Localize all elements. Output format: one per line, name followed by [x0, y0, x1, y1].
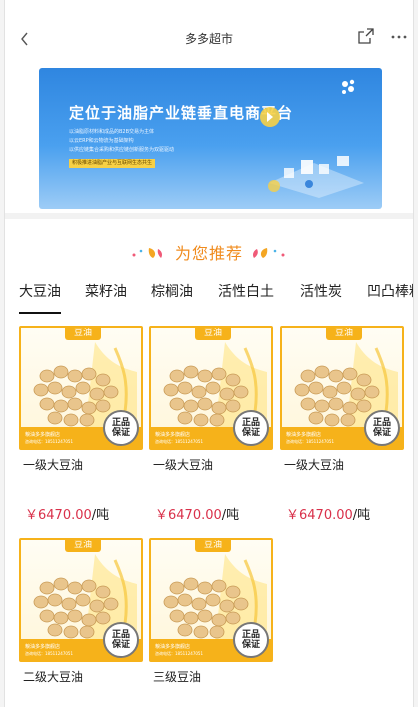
- badge-line: 正品: [241, 630, 260, 640]
- badge-line: 保证: [111, 640, 130, 650]
- price-unit: /吨: [91, 508, 110, 523]
- product-name: 二级大豆油: [23, 670, 84, 684]
- authentic-guarantee-badge: 正品 保证: [233, 410, 269, 446]
- page-title: 多多超市: [184, 32, 233, 46]
- banner-section: 定位于油脂产业链垂直电商平台 以油脂原材料和成品的B2B交易为主体 以云ERP和…: [5, 60, 413, 220]
- price-value: ￥6470.00: [155, 508, 222, 523]
- product-price: ￥6470.00/吨: [286, 504, 370, 523]
- authentic-guarantee-badge: 正品 保证: [364, 410, 400, 446]
- product-name: 一级大豆油: [153, 458, 214, 472]
- shop-name: 粮油多多旗舰店: [25, 432, 61, 438]
- tab-label: 棕榈油: [151, 284, 193, 300]
- badge-line: 保证: [111, 428, 130, 438]
- product-price: ￥6470.00/吨: [25, 504, 109, 523]
- recommend-heading: 为您推荐: [5, 240, 413, 264]
- badge-line: 保证: [241, 640, 260, 650]
- price-unit: /吨: [352, 508, 371, 523]
- price-value: ￥6470.00: [286, 508, 353, 523]
- badge-line: 保证: [372, 428, 391, 438]
- shop-name: 粮油多多旗舰店: [286, 432, 322, 438]
- badge-line: 正品: [372, 418, 391, 428]
- share-icon[interactable]: [357, 27, 375, 45]
- shop-contact: 咨询电话：18511247051: [25, 439, 73, 444]
- shop-contact: 咨询电话：18511247051: [155, 651, 203, 656]
- product-image: 豆油 粮油多多旗舰店 咨询电话：18511247051 正品 保证: [19, 326, 143, 450]
- nav-bar: 多多超市: [5, 0, 413, 60]
- badge-line: 正品: [241, 418, 260, 428]
- shop-contact: 咨询电话：18511247051: [286, 439, 334, 444]
- authentic-guarantee-badge: 正品 保证: [103, 622, 139, 658]
- recommend-title: 为您推荐: [174, 244, 243, 263]
- section-divider: [5, 213, 413, 219]
- tab-attapulgite[interactable]: 凹凸棒粘: [367, 280, 413, 314]
- product-image: 豆油 粮油多多旗舰店 咨询电话：18511247051 正品 保证: [149, 538, 273, 662]
- badge-line: 保证: [241, 428, 260, 438]
- shop-name: 粮油多多旗舰店: [155, 432, 191, 438]
- banner-line: 以供应链集合采购和供应链创新服务为双驱驱动: [69, 147, 175, 153]
- brand-logo-icon: [339, 78, 363, 98]
- authentic-guarantee-badge: 正品 保证: [103, 410, 139, 446]
- tab-soybean-oil[interactable]: 大豆油: [19, 280, 61, 314]
- tab-activated-carbon[interactable]: 活性炭: [300, 280, 342, 314]
- shop-name: 粮油多多旗舰店: [25, 644, 61, 650]
- tab-label: 活性炭: [300, 284, 342, 300]
- product-image: 豆油 粮油多多旗舰店 咨询电话：18511247051 正品 保证: [19, 538, 143, 662]
- product-image: 豆油 粮油多多旗舰店 咨询电话：18511247051 正品 保证: [149, 326, 273, 450]
- product-tag: 豆油: [65, 540, 101, 552]
- tab-palm-oil[interactable]: 棕榈油: [151, 280, 193, 314]
- product-tag: 豆油: [195, 328, 231, 340]
- active-tab-indicator: [19, 312, 61, 314]
- tab-label: 凹凸棒粘: [367, 284, 413, 300]
- badge-line: 正品: [111, 630, 130, 640]
- tab-activated-clay[interactable]: 活性白土: [218, 280, 274, 314]
- more-dots-icon[interactable]: [389, 29, 409, 43]
- tab-label: 菜籽油: [85, 284, 127, 300]
- banner-line: 以油脂原材料和成品的B2B交易为主体: [69, 129, 155, 135]
- price-unit: /吨: [221, 508, 240, 523]
- shop-name: 粮油多多旗舰店: [155, 644, 191, 650]
- shop-contact: 咨询电话：18511247051: [155, 439, 203, 444]
- category-tabs: 大豆油 菜籽油 棕榈油 活性白土 活性炭 凹凸棒粘: [19, 280, 413, 314]
- tab-label: 大豆油: [19, 284, 61, 300]
- app-frame: 多多超市 定位于油脂产业链垂直电商平台 以油脂原材料和成品的B2B交易为主体 以: [4, 0, 414, 707]
- banner-line: 以云ERP和云物流为基础架构: [69, 138, 134, 144]
- decoration-left-icon: [131, 245, 165, 259]
- product-image: 豆油 粮油多多旗舰店 咨询电话：18511247051 正品 保证: [280, 326, 404, 450]
- product-tag: 豆油: [195, 540, 231, 552]
- product-tag: 豆油: [65, 328, 101, 340]
- decoration-right-icon: [253, 245, 287, 259]
- promo-banner[interactable]: 定位于油脂产业链垂直电商平台 以油脂原材料和成品的B2B交易为主体 以云ERP和…: [39, 68, 382, 209]
- banner-tag: 积极推进油脂产业与互联网生态共生: [69, 159, 156, 168]
- product-tag: 豆油: [326, 328, 362, 340]
- product-price: ￥6470.00/吨: [155, 504, 239, 523]
- shop-contact: 咨询电话：18511247051: [25, 651, 73, 656]
- platform-illustration: [259, 138, 369, 198]
- tab-rapeseed-oil[interactable]: 菜籽油: [85, 280, 127, 314]
- product-name: 一级大豆油: [23, 458, 84, 472]
- product-name: 三级豆油: [153, 670, 202, 684]
- lightbulb-icon: [259, 106, 281, 128]
- authentic-guarantee-badge: 正品 保证: [233, 622, 269, 658]
- badge-line: 正品: [111, 418, 130, 428]
- product-name: 一级大豆油: [284, 458, 345, 472]
- price-value: ￥6470.00: [25, 508, 92, 523]
- tab-label: 活性白土: [218, 284, 274, 300]
